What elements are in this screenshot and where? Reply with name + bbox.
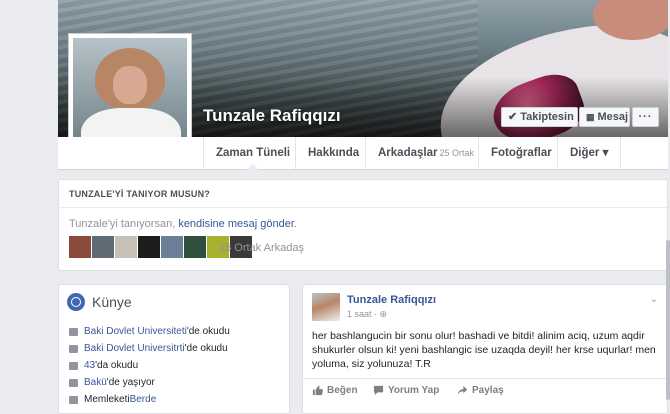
intro-title: Künye: [92, 294, 132, 310]
profile-nav: Zaman Tüneli Hakkında Arkadaşlar 25 Ortak…: [58, 137, 668, 170]
divider: [59, 207, 667, 208]
follow-label: Takiptesin: [520, 111, 574, 123]
post-avatar[interactable]: [312, 293, 340, 321]
tab-photos-label: Fotoğraflar: [491, 147, 552, 159]
post-author[interactable]: Tunzale Rafiqqızı: [347, 294, 436, 306]
intro-suffix: 'de yaşıyor: [106, 377, 155, 388]
photo-face: [113, 66, 147, 104]
chevron-down-icon[interactable]: ⌄: [650, 294, 658, 305]
tab-timeline[interactable]: Zaman Tüneli: [203, 137, 302, 170]
profile-name[interactable]: Tunzale Rafiqqızı: [203, 106, 341, 126]
mutual-friend-avatar[interactable]: [161, 236, 183, 258]
public-globe-icon: ⊕: [379, 309, 388, 319]
post-meta: 1 saat · ⊕: [347, 309, 387, 320]
tab-timeline-label: Zaman Tüneli: [216, 147, 291, 159]
send-message-link[interactable]: kendisine mesaj gönder: [178, 218, 294, 230]
mutual-friend-avatar[interactable]: [115, 236, 137, 258]
share-icon: [457, 385, 468, 396]
message-icon: ▦: [586, 112, 595, 122]
tab-more-label: Diğer ▾: [570, 147, 609, 159]
share-button[interactable]: Paylaş: [457, 385, 504, 396]
intro-header: Künye: [67, 293, 132, 311]
comment-button[interactable]: Yorum Yap: [373, 385, 439, 396]
mutual-friend-avatar[interactable]: [138, 236, 160, 258]
location-pin-icon: [69, 395, 78, 404]
scrollbar[interactable]: [666, 240, 670, 400]
like-label: Beğen: [327, 385, 358, 396]
intro-suffix: 'de okudu: [186, 326, 230, 337]
post-card: Tunzale Rafiqqızı 1 saat · ⊕ ⌄ her bashl…: [302, 284, 668, 414]
know-card: TUNZALE'Yİ TANIYOR MUSUN? Tunzale'yi tan…: [58, 179, 668, 271]
home-icon: [69, 378, 78, 387]
thumbs-up-icon: [312, 385, 323, 396]
post-time[interactable]: 1 saat ·: [347, 309, 380, 319]
intro-link[interactable]: Berde: [130, 394, 157, 405]
intro-item: Baki Dovlet Universitrti'de okudu: [69, 340, 230, 357]
intro-item: Bakü'de yaşıyor: [69, 374, 230, 391]
intro-suffix: 'da okudu: [95, 360, 139, 371]
tab-about[interactable]: Hakkında: [295, 137, 371, 169]
intro-item: Baki Dovlet Universiteti'de okudu: [69, 323, 230, 340]
intro-item: Memleketi Berde: [69, 391, 230, 408]
tab-about-label: Hakkında: [308, 147, 360, 159]
more-options-button[interactable]: ···: [632, 107, 659, 127]
education-icon: [69, 344, 78, 353]
globe-icon: [67, 293, 85, 311]
education-icon: [69, 327, 78, 336]
intro-link[interactable]: 43: [84, 360, 95, 371]
more-dots-icon: ···: [638, 111, 653, 123]
share-label: Paylaş: [472, 385, 504, 396]
intro-suffix: 'de okudu: [184, 343, 228, 354]
tab-more[interactable]: Diğer ▾: [557, 137, 622, 169]
check-icon: ✔: [508, 111, 518, 123]
tab-friends[interactable]: Arkadaşlar 25 Ortak: [365, 137, 486, 169]
intro-link[interactable]: Baki Dovlet Universitrti: [84, 343, 185, 354]
tab-photos[interactable]: Fotoğraflar: [478, 137, 564, 169]
intro-link[interactable]: Baki Dovlet Universiteti: [84, 326, 187, 337]
know-text-prefix: Tunzale'yi tanıyorsan,: [69, 218, 179, 230]
comment-icon: [373, 385, 384, 396]
post-actions: Beğen Yorum Yap Paylaş: [303, 378, 667, 405]
profile-photo: [73, 38, 187, 152]
message-label: Mesaj: [597, 111, 629, 123]
friends-count: 25 Ortak: [439, 148, 474, 158]
like-button[interactable]: Beğen: [312, 385, 358, 396]
post-text: her bashlangucin bir sonu olur! bashadi …: [312, 330, 656, 370]
mutual-friend-avatar[interactable]: [69, 236, 91, 258]
intro-list: Baki Dovlet Universiteti'de okudu Baki D…: [69, 323, 230, 408]
intro-prefix: Memleketi: [84, 394, 130, 405]
mutual-friends-count[interactable]: 25 Ortak Arkadaş: [219, 242, 304, 254]
know-title: TUNZALE'Yİ TANIYOR MUSUN?: [69, 189, 210, 199]
know-text-suffix: .: [293, 218, 297, 230]
intro-link[interactable]: Bakü: [84, 377, 107, 388]
comment-label: Yorum Yap: [388, 385, 440, 396]
message-button[interactable]: ▦ Mesaj: [579, 107, 630, 127]
know-text: Tunzale'yi tanıyorsan, kendisine mesaj g…: [69, 218, 297, 230]
education-icon: [69, 361, 78, 370]
mutual-friend-avatar[interactable]: [184, 236, 206, 258]
intro-item: 43'da okudu: [69, 357, 230, 374]
follow-button[interactable]: ✔ Takiptesin ▼: [501, 107, 585, 127]
tab-friends-label: Arkadaşlar: [378, 147, 438, 159]
intro-card: Künye Baki Dovlet Universiteti'de okudu …: [58, 284, 290, 414]
mutual-friend-avatar[interactable]: [92, 236, 114, 258]
